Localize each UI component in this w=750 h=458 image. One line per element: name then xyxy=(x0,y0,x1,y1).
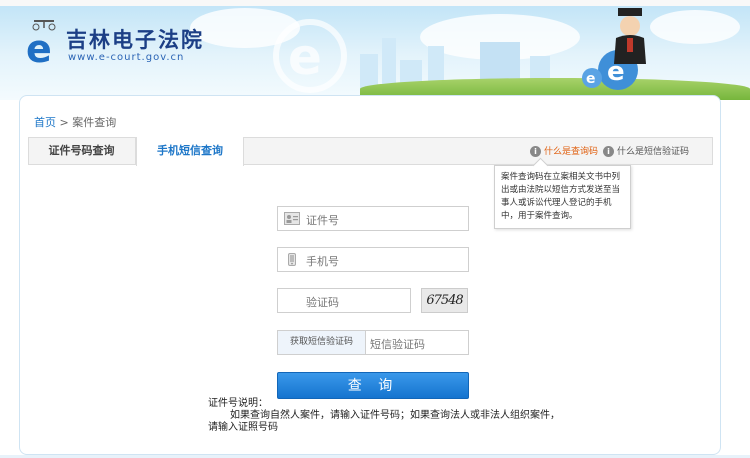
breadcrumb-separator: > xyxy=(59,116,69,129)
header-banner: e 吉林电子法院 www.e-court.gov.cn e e e xyxy=(0,0,750,100)
query-submit-button[interactable]: 查 询 xyxy=(277,372,469,399)
tab-sms-query[interactable]: 手机短信查询 xyxy=(136,137,244,166)
tab-id-number-query[interactable]: 证件号码查询 xyxy=(28,137,136,165)
svg-text:e: e xyxy=(586,71,596,87)
svg-text:e: e xyxy=(26,27,52,64)
id-number-placeholder: 证件号 xyxy=(306,214,339,227)
cloud-decoration xyxy=(650,10,740,44)
breadcrumb-current: 案件查询 xyxy=(72,116,117,129)
phone-placeholder: 手机号 xyxy=(306,255,339,268)
id-card-icon xyxy=(284,212,300,225)
sms-code-placeholder: 短信验证码 xyxy=(370,338,425,351)
judge-mascot-icon xyxy=(614,8,646,64)
info-icon: i xyxy=(603,146,614,157)
site-title: 吉林电子法院 xyxy=(66,28,204,52)
sms-code-field[interactable]: 获取短信验证码 短信验证码 xyxy=(277,330,469,355)
info-icon: i xyxy=(530,146,541,157)
captcha-placeholder: 验证码 xyxy=(306,296,339,309)
note-title: 证件号说明： xyxy=(208,398,268,409)
breadcrumb: 首页 > 案件查询 xyxy=(34,114,116,130)
e-logo-watermark-icon: e xyxy=(273,19,347,93)
get-sms-code-button[interactable]: 获取短信验证码 xyxy=(278,331,366,354)
captcha-image[interactable]: 67548 xyxy=(421,288,468,313)
breadcrumb-home-link[interactable]: 首页 xyxy=(34,116,56,129)
id-number-field[interactable]: 证件号 xyxy=(277,206,469,231)
site-url: www.e-court.gov.cn xyxy=(68,52,185,63)
e-court-logo-icon: e xyxy=(26,20,56,64)
phone-field[interactable]: 手机号 xyxy=(277,247,469,272)
query-code-tooltip: 案件查询码在立案相关文书中列出或由法院以短信方式发送至当事人或诉讼代理人登记的手… xyxy=(494,165,631,229)
id-number-note: 证件号说明： 如果查询自然人案件，请输入证件号码；如果查询法人或非法人组织案件，… xyxy=(208,398,560,434)
phone-icon xyxy=(288,253,296,266)
help-sms-code-label: 什么是短信验证码 xyxy=(617,147,690,157)
help-query-code-link[interactable]: i 什么是查询码 xyxy=(530,144,598,157)
help-sms-code-link[interactable]: i 什么是短信验证码 xyxy=(603,144,689,157)
svg-text:e: e xyxy=(288,28,322,86)
note-line-2: 请输入证照号码 xyxy=(208,422,278,433)
captcha-field[interactable]: 验证码 xyxy=(277,288,411,313)
help-query-code-label: 什么是查询码 xyxy=(544,147,599,157)
note-line-1: 如果查询自然人案件，请输入证件号码；如果查询法人或非法人组织案件， xyxy=(230,410,560,421)
